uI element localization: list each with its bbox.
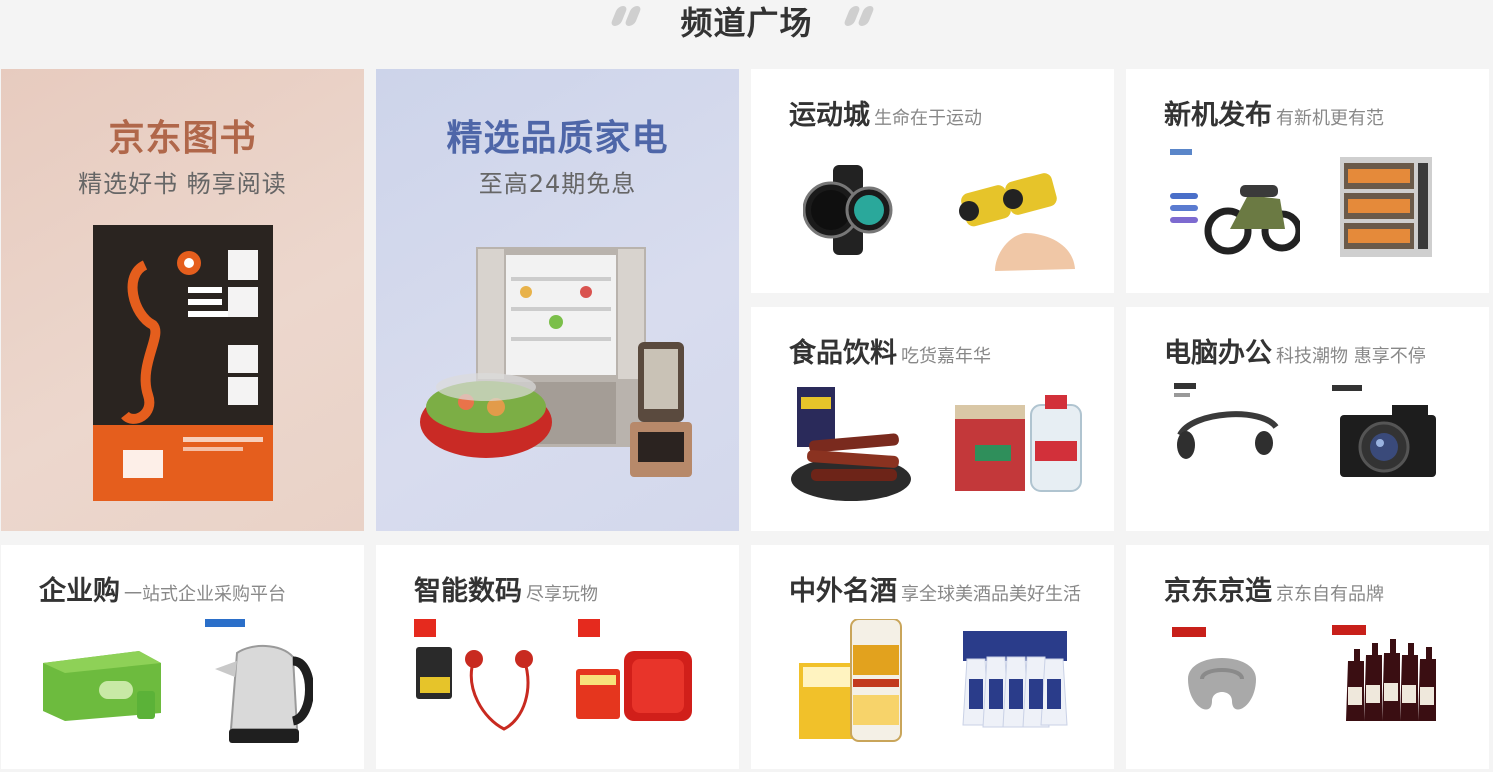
channel-card-books[interactable]: 京东图书 精选好书 畅享阅读 (1, 69, 364, 531)
channel-desc: 京东自有品牌 (1276, 584, 1384, 605)
channel-title: 京东图书 (108, 118, 257, 159)
channel-card-food[interactable]: 食品饮料 吃货嘉年华 (751, 307, 1114, 531)
channel-desc: 吃货嘉年华 (901, 346, 991, 367)
channel-name: 电脑办公 (1164, 338, 1272, 369)
channel-card-sports[interactable]: 运动城 生命在于运动 (751, 69, 1114, 293)
speaker-image (576, 619, 696, 725)
tea-gift-box-image (39, 641, 163, 723)
channel-heading: 企业购 一站式企业采购平台 (39, 569, 286, 608)
appliance-image (416, 237, 698, 487)
book-image (93, 225, 273, 501)
title-decoration-right (842, 6, 879, 28)
channel-heading: 中外名酒 享全球美酒品美好生活 (789, 569, 1081, 608)
channel-heading: 新机发布 有新机更有范 (1164, 93, 1384, 132)
channel-heading: 食品饮料 吃货嘉年华 (789, 331, 991, 370)
channel-heading: 运动城 生命在于运动 (789, 93, 982, 132)
smartwatch-image (803, 165, 893, 255)
channel-name: 企业购 (39, 576, 120, 607)
channel-desc: 科技潮物 惠享不停 (1276, 346, 1426, 367)
channel-card-liquor[interactable]: 中外名酒 享全球美酒品美好生活 (751, 545, 1114, 769)
channel-card-digital[interactable]: 智能数码 尽享玩物 (376, 545, 739, 769)
channel-name: 新机发布 (1164, 100, 1272, 131)
channel-desc: 享全球美酒品美好生活 (901, 584, 1081, 605)
binoculars-image (955, 173, 1077, 271)
channel-desc: 生命在于运动 (874, 108, 982, 129)
section-title: 频道广场 (680, 4, 813, 42)
channel-heading: 电脑办公 科技潮物 惠享不停 (1164, 331, 1426, 370)
jerky-image (789, 387, 913, 503)
channel-name: 智能数码 (414, 576, 522, 607)
channel-subtitle: 至高24期免息 (478, 170, 637, 198)
channel-card-jdmade[interactable]: 京东京造 京东自有品牌 (1126, 545, 1489, 769)
motorcycle-image (1170, 149, 1300, 255)
channel-name: 中外名酒 (789, 576, 897, 607)
kettle-image (201, 617, 313, 747)
oven-image (1336, 147, 1436, 259)
wine-bottles-image (1330, 625, 1442, 725)
channel-name: 运动城 (789, 100, 870, 131)
channel-heading: 智能数码 尽享玩物 (414, 569, 598, 608)
channel-desc: 有新机更有范 (1276, 108, 1384, 129)
camera-image (1332, 385, 1436, 481)
channel-title: 精选品质家电 (446, 118, 669, 159)
channel-card-newphone[interactable]: 新机发布 有新机更有范 (1126, 69, 1489, 293)
water-image (955, 395, 1085, 493)
channel-desc: 尽享玩物 (526, 584, 598, 605)
channel-subtitle: 精选好书 畅享阅读 (78, 170, 287, 198)
beer-image (799, 619, 909, 743)
section-header: 频道广场 (0, 0, 1493, 60)
channel-heading: 京东京造 京东自有品牌 (1164, 569, 1384, 608)
neck-pillow-image (1172, 627, 1272, 727)
channel-desc: 一站式企业采购平台 (124, 584, 286, 605)
baijiu-image (957, 629, 1069, 733)
earphones-image (414, 619, 540, 737)
channel-name: 京东京造 (1164, 576, 1272, 607)
channel-card-computer[interactable]: 电脑办公 科技潮物 惠享不停 (1126, 307, 1489, 531)
headphones-image (1172, 383, 1284, 467)
channel-card-enterprise[interactable]: 企业购 一站式企业采购平台 (1, 545, 364, 769)
channel-card-appliance[interactable]: 精选品质家电 至高24期免息 (376, 69, 739, 531)
channel-name: 食品饮料 (789, 338, 897, 369)
